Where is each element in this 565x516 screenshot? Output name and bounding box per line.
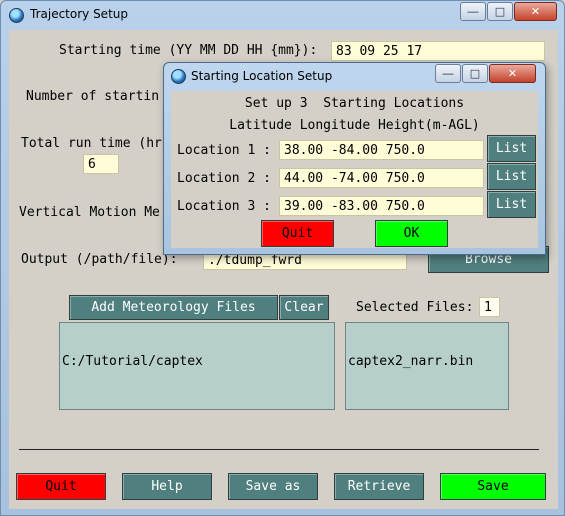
save-as-button[interactable]: Save as	[228, 473, 318, 500]
location-2-label: Location 2 :	[177, 171, 271, 186]
popup-title: Starting Location Setup	[191, 69, 333, 83]
minimize-icon[interactable]: ―	[435, 64, 461, 83]
selected-files-label: Selected Files:	[356, 300, 474, 315]
location-2-list-button[interactable]: List	[487, 163, 536, 190]
help-button[interactable]: Help	[122, 473, 212, 500]
quit-button[interactable]: Quit	[16, 473, 106, 500]
selected-files-count[interactable]: 1	[479, 297, 500, 317]
starting-location-setup-dialog: Starting Location Setup ― □ ✕ Set up 3 S…	[163, 62, 546, 255]
columns-header: Latitude Longitude Height(m-AGL)	[229, 118, 480, 133]
location-3-list-button[interactable]: List	[487, 191, 536, 218]
window-title: Trajectory Setup	[30, 7, 128, 21]
add-meteorology-files-button[interactable]: Add Meteorology Files	[69, 295, 278, 320]
close-icon[interactable]: ✕	[514, 2, 557, 21]
starting-time-label: Starting time (YY MM DD HH {mm}):	[59, 43, 318, 58]
main-titlebar[interactable]: Trajectory Setup ― □ ✕	[1, 1, 564, 29]
output-label: Output (/path/file):	[21, 252, 178, 267]
popup-quit-button[interactable]: Quit	[261, 220, 334, 247]
app-globe-icon	[171, 69, 186, 84]
total-run-time-field[interactable]: 6	[83, 154, 119, 174]
location-3-field[interactable]: 39.00 -83.00 750.0	[279, 196, 484, 216]
clear-button[interactable]: Clear	[279, 295, 329, 320]
maximize-icon[interactable]: □	[487, 2, 513, 21]
popup-ok-button[interactable]: OK	[375, 220, 448, 247]
popup-content: Set up 3 Starting Locations Latitude Lon…	[171, 91, 538, 248]
total-run-time-label: Total run time (hr	[21, 136, 162, 151]
retrieve-button[interactable]: Retrieve	[334, 473, 424, 500]
app-globe-icon	[9, 8, 24, 23]
list-item[interactable]: captex2_narr.bin	[348, 354, 506, 369]
vertical-motion-label: Vertical Motion Me	[19, 205, 160, 220]
locations-header: Set up 3 Starting Locations	[244, 96, 465, 111]
divider	[19, 449, 539, 450]
location-1-label: Location 1 :	[177, 143, 271, 158]
location-3-label: Location 3 :	[177, 199, 271, 214]
location-1-list-button[interactable]: List	[487, 135, 536, 162]
number-of-starting-label: Number of startin	[26, 89, 160, 104]
location-2-field[interactable]: 44.00 -74.00 750.0	[279, 168, 484, 188]
list-item[interactable]: C:/Tutorial/captex	[62, 354, 332, 369]
minimize-icon[interactable]: ―	[460, 2, 486, 21]
location-1-field[interactable]: 38.00 -84.00 750.0	[279, 140, 484, 160]
save-button[interactable]: Save	[440, 473, 546, 500]
popup-titlebar[interactable]: Starting Location Setup ― □ ✕	[164, 63, 545, 91]
met-directory-list[interactable]: C:/Tutorial/captex	[59, 322, 335, 410]
selected-files-list[interactable]: captex2_narr.bin	[345, 322, 509, 410]
close-icon[interactable]: ✕	[489, 64, 536, 83]
starting-time-field[interactable]: 83 09 25 17	[331, 41, 545, 61]
maximize-icon[interactable]: □	[462, 64, 488, 83]
